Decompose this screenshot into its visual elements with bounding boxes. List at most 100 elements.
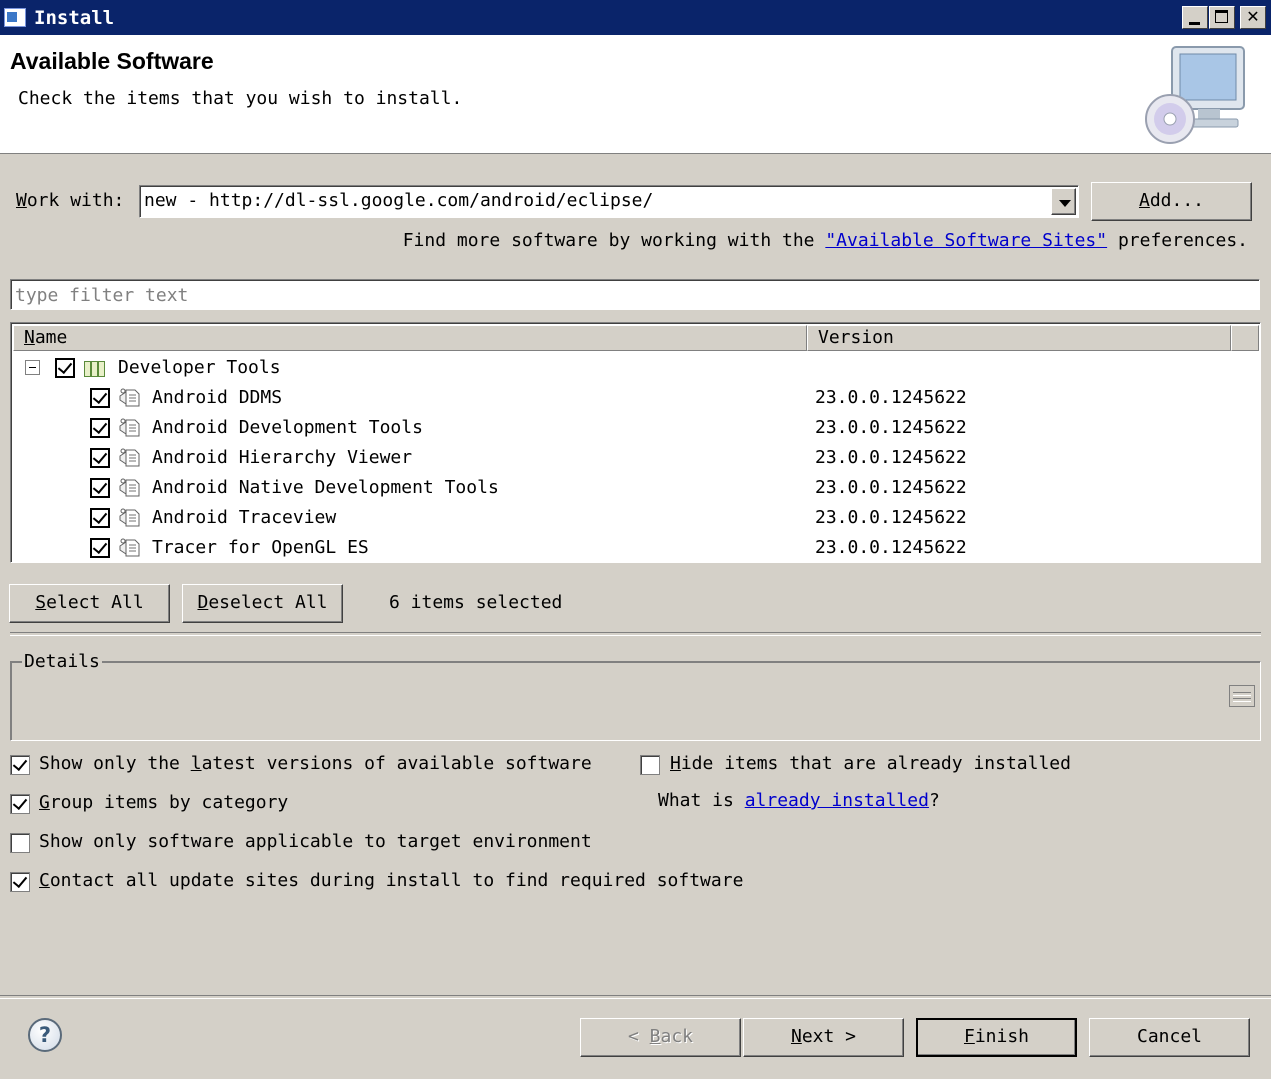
hide-installed-checkbox[interactable]	[640, 755, 660, 775]
plugin-icon	[119, 538, 140, 557]
name-accel: N	[24, 327, 35, 348]
row-name: Tracer for OpenGL ES	[152, 537, 369, 558]
group-accel: G	[39, 792, 50, 813]
deselect-all-button[interactable]: Deselect All	[182, 584, 343, 623]
available-sites-hint: Find more software by working with the "…	[403, 230, 1248, 251]
row-checkbox[interactable]	[90, 448, 110, 468]
next-label: ext	[801, 1026, 835, 1047]
row-name: Android DDMS	[152, 387, 283, 408]
column-header-filler	[1231, 325, 1259, 351]
maximize-button[interactable]	[1209, 6, 1235, 29]
row-version: 23.0.0.1245622	[815, 417, 967, 438]
latest-a: Show only the	[39, 753, 191, 774]
contact-accel: C	[39, 870, 50, 891]
plugin-icon	[119, 478, 140, 497]
details-group	[10, 661, 1261, 741]
whatis-prefix: What is	[658, 790, 745, 811]
category-checkbox[interactable]	[55, 358, 75, 378]
work-with-combo[interactable]: new - http://dl-ssl.google.com/android/e…	[139, 185, 1079, 218]
column-header-version[interactable]: Version	[807, 325, 1231, 351]
latest-b: atest versions of available software	[201, 753, 592, 774]
group-rest: roup items by category	[49, 792, 289, 813]
filter-box[interactable]	[10, 279, 1260, 310]
row-checkbox[interactable]	[90, 508, 110, 528]
software-row[interactable]: Android Hierarchy Viewer 23.0.0.1245622	[13, 443, 1259, 473]
row-version: 23.0.0.1245622	[815, 537, 967, 558]
latest-accel: l	[190, 753, 202, 774]
software-row[interactable]: Android Development Tools 23.0.0.1245622	[13, 413, 1259, 443]
latest-versions-label[interactable]: Show only the latest versions of availab…	[39, 753, 592, 774]
next-accel: N	[790, 1026, 802, 1047]
select-all-accel: S	[35, 592, 47, 613]
row-name: Android Traceview	[152, 507, 337, 528]
wizard-header: Available Software Check the items that …	[0, 35, 1271, 154]
title-bar: Install ✕	[0, 0, 1271, 35]
selection-status: 6 items selected	[389, 592, 563, 613]
finish-label: inish	[974, 1026, 1030, 1047]
hint-prefix: Find more software by working with the	[402, 230, 826, 251]
row-name: Android Hierarchy Viewer	[152, 447, 413, 468]
back-label: ack	[660, 1026, 694, 1047]
name-header-text: ame	[34, 327, 68, 348]
row-version: 23.0.0.1245622	[815, 447, 967, 468]
filter-input[interactable]	[13, 282, 1257, 309]
hide-accel: H	[670, 753, 681, 774]
row-version: 23.0.0.1245622	[815, 387, 967, 408]
row-checkbox[interactable]	[90, 538, 110, 558]
plugin-icon	[119, 418, 140, 437]
window-title: Install	[34, 7, 115, 29]
page-subtitle: Check the items that you wish to install…	[18, 88, 463, 109]
add-site-button[interactable]: Add...	[1091, 182, 1252, 221]
add-label: dd...	[1149, 190, 1205, 211]
software-row[interactable]: Android Native Development Tools 23.0.0.1…	[13, 473, 1259, 503]
contact-rest: ontact all update sites during install t…	[49, 870, 744, 891]
next-suffix: >	[834, 1026, 857, 1047]
row-name: Android Development Tools	[152, 417, 423, 438]
plugin-icon	[119, 448, 140, 467]
target-environment-label[interactable]: Show only software applicable to target …	[39, 831, 592, 852]
select-all-button[interactable]: Select All	[9, 584, 170, 623]
category-icon	[83, 359, 109, 377]
select-all-label: elect All	[46, 592, 144, 613]
latest-versions-checkbox[interactable]	[10, 755, 30, 775]
software-row[interactable]: Android Traceview 23.0.0.1245622	[13, 503, 1259, 533]
plugin-icon	[119, 388, 140, 407]
deselect-all-accel: D	[197, 592, 209, 613]
finish-button[interactable]: Finish	[916, 1018, 1077, 1057]
details-sash-icon[interactable]	[1229, 685, 1255, 707]
minimize-button[interactable]	[1182, 6, 1208, 29]
footer-separator	[0, 995, 1271, 999]
already-installed-link[interactable]: already installed	[745, 790, 929, 811]
cancel-button[interactable]: Cancel	[1089, 1018, 1250, 1057]
back-button[interactable]: < Back	[580, 1018, 741, 1057]
add-accel: A	[1138, 190, 1150, 211]
work-with-value[interactable]: new - http://dl-ssl.google.com/android/e…	[144, 190, 653, 211]
group-by-category-label[interactable]: Group items by category	[39, 792, 288, 813]
software-row[interactable]: Android DDMS 23.0.0.1245622	[13, 383, 1259, 413]
plugin-icon	[119, 508, 140, 527]
hide-installed-label[interactable]: Hide items that are already installed	[670, 753, 1071, 774]
install-computer-icon	[1145, 46, 1245, 144]
row-checkbox[interactable]	[90, 418, 110, 438]
group-by-category-checkbox[interactable]	[10, 794, 30, 814]
close-icon: ✕	[1246, 7, 1260, 26]
column-header-name[interactable]: Name	[13, 325, 807, 351]
next-button[interactable]: Next >	[743, 1018, 904, 1057]
deselect-all-label: eselect All	[208, 592, 328, 613]
target-environment-checkbox[interactable]	[10, 833, 30, 853]
collapse-icon[interactable]	[25, 360, 40, 375]
row-checkbox[interactable]	[90, 478, 110, 498]
contact-update-sites-label[interactable]: Contact all update sites during install …	[39, 870, 743, 891]
close-button[interactable]: ✕	[1240, 6, 1266, 29]
available-software-sites-link[interactable]: "Available Software Sites"	[825, 230, 1107, 251]
contact-update-sites-checkbox[interactable]	[10, 872, 30, 892]
minimize-icon	[1189, 22, 1200, 25]
help-icon[interactable]: ?	[28, 1018, 62, 1052]
chevron-down-icon[interactable]	[1051, 188, 1076, 215]
row-version: 23.0.0.1245622	[815, 477, 967, 498]
category-name: Developer Tools	[118, 357, 281, 378]
software-row[interactable]: Tracer for OpenGL ES 23.0.0.1245622	[13, 533, 1259, 563]
software-tree-table[interactable]: Name Version Developer Tools Android DDM…	[10, 322, 1261, 563]
row-checkbox[interactable]	[90, 388, 110, 408]
category-row[interactable]: Developer Tools	[13, 353, 1259, 383]
